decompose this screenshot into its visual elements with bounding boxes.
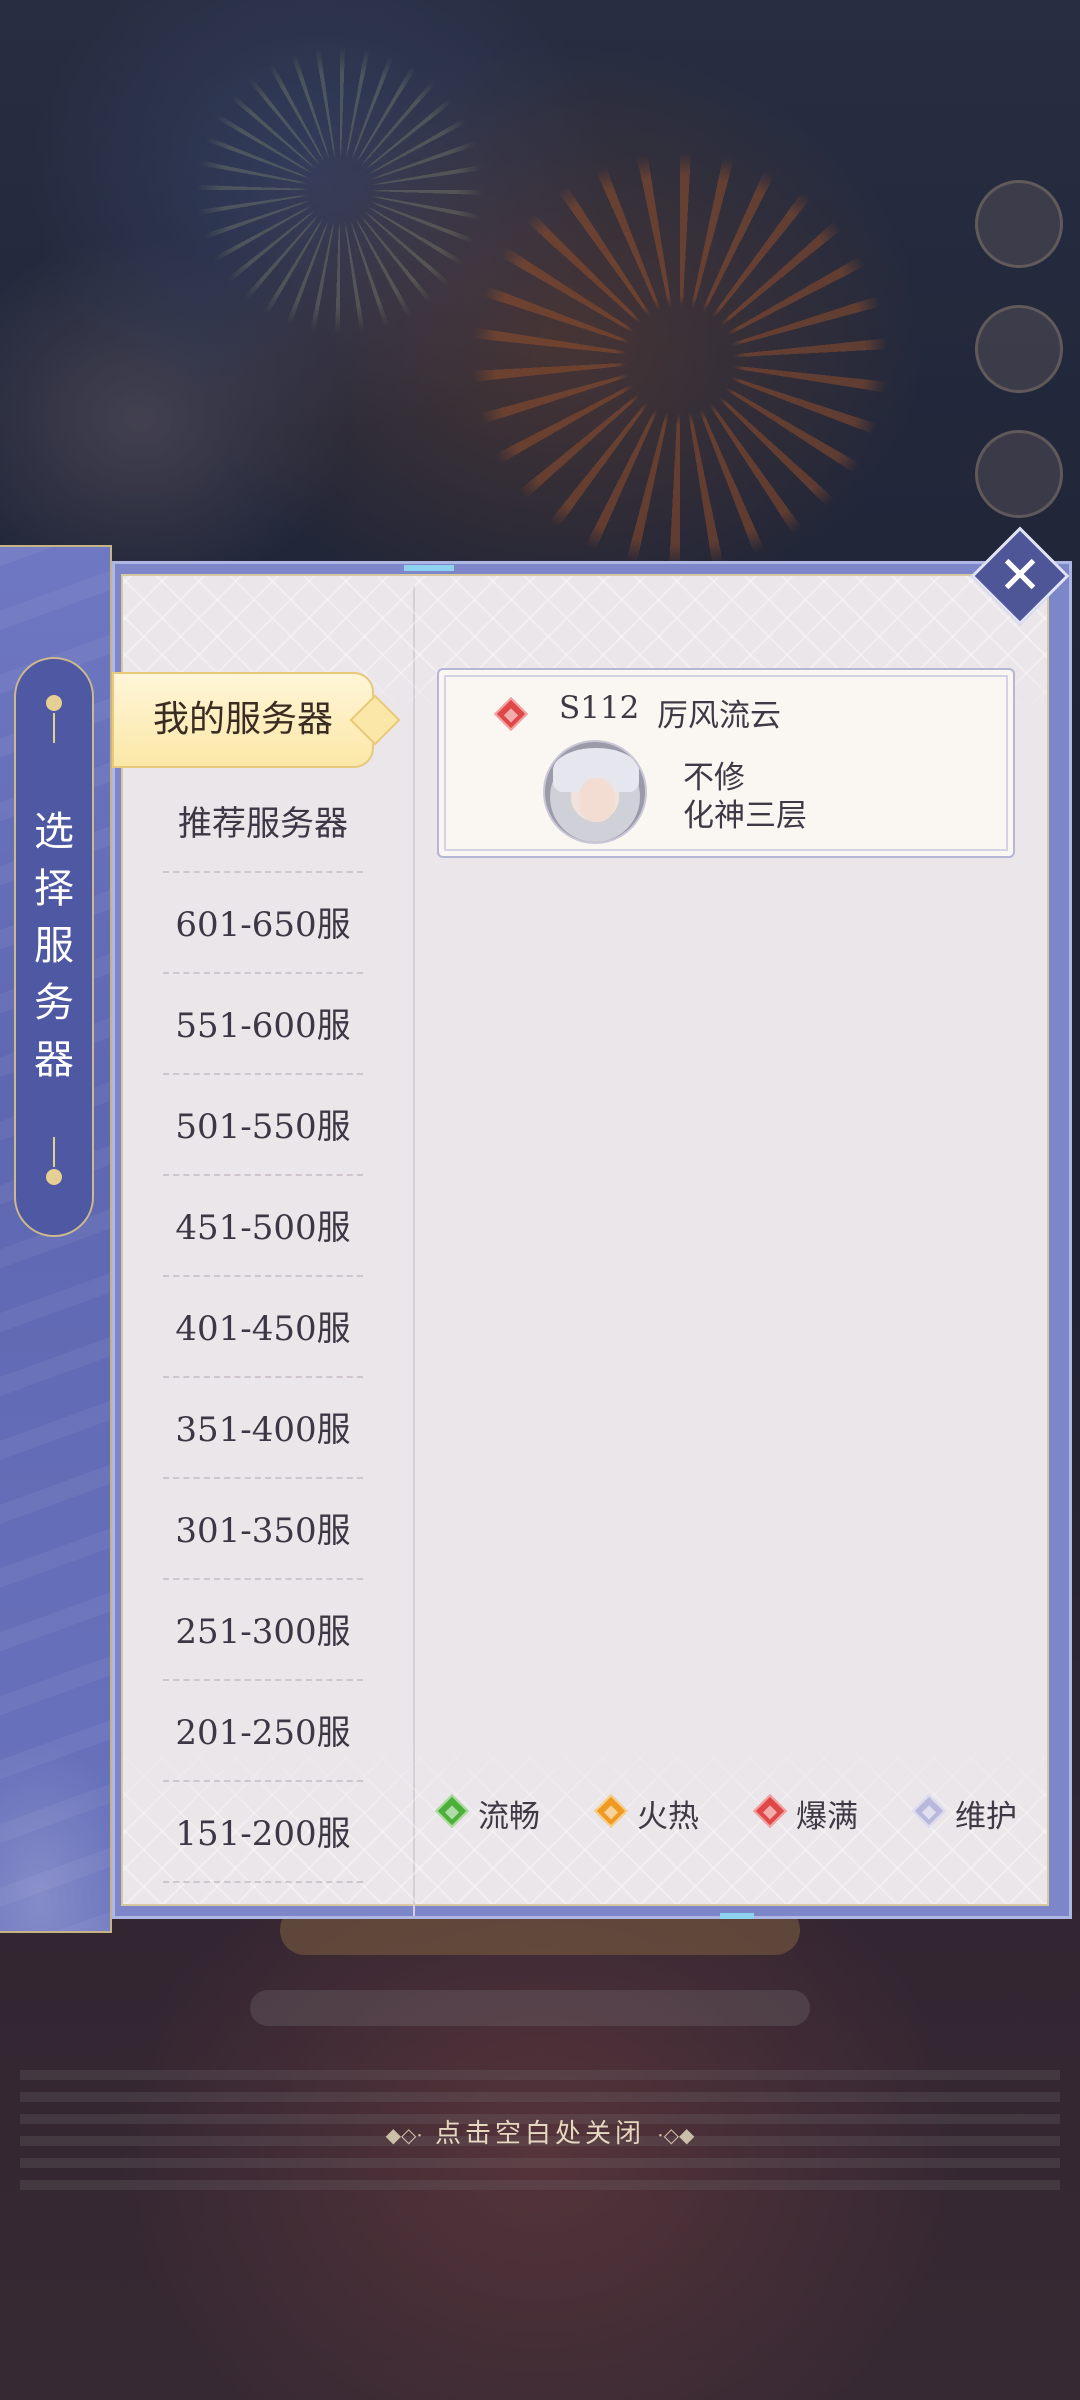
title-banner: 选 择 服 务 器 <box>0 545 112 1933</box>
character-avatar <box>543 740 647 844</box>
ornament-stem <box>53 1137 55 1167</box>
category-divider <box>163 1174 363 1176</box>
category-tab-range[interactable]: 551-600服 <box>163 976 363 1076</box>
legend-label: 爆满 <box>796 1799 858 1835</box>
category-divider <box>163 1073 363 1075</box>
column-divider <box>413 586 415 1916</box>
category-divider <box>163 1780 363 1782</box>
category-divider <box>163 972 363 974</box>
title-char: 器 <box>34 1037 74 1083</box>
category-tab-range[interactable]: 401-450服 <box>163 1279 363 1379</box>
status-full-icon <box>494 697 528 731</box>
close-icon[interactable]: ✕ <box>985 541 1055 611</box>
title-char: 服 <box>34 923 74 969</box>
category-tab-range[interactable]: 601-650服 <box>163 875 363 975</box>
category-tab-range[interactable]: 301-350服 <box>163 1481 363 1581</box>
category-tab-range[interactable]: 151-200服 <box>163 1784 363 1884</box>
dismiss-hint[interactable]: ◆◇· 点击空白处关闭 ·◇◆ <box>0 2113 1080 2150</box>
dialog-title: 选 择 服 务 器 <box>16 804 92 1089</box>
category-tab-range[interactable]: 251-300服 <box>163 1582 363 1682</box>
hint-deco-right: ·◇◆ <box>657 2123 695 2147</box>
category-divider <box>163 1477 363 1479</box>
category-divider <box>163 1578 363 1580</box>
category-divider <box>163 1275 363 1277</box>
category-divider <box>163 1376 363 1378</box>
category-tab-range[interactable]: 351-400服 <box>163 1380 363 1480</box>
category-label: 我的服务器 <box>152 699 333 740</box>
category-tab-range[interactable]: 451-500服 <box>163 1178 363 1278</box>
hint-text: 点击空白处关闭 <box>434 2119 645 2149</box>
legend-label: 火热 <box>637 1799 699 1835</box>
category-divider <box>163 1679 363 1681</box>
server-id: S112 <box>559 690 640 726</box>
legend-label: 维护 <box>955 1799 1017 1835</box>
title-char: 选 <box>34 809 74 855</box>
ornament-icon <box>46 695 62 711</box>
hint-deco-left: ◆◇· <box>385 2123 423 2147</box>
title-char: 择 <box>34 866 74 912</box>
panel-accent <box>404 565 454 571</box>
title-frame: 选 择 服 务 器 <box>14 657 94 1237</box>
title-char: 务 <box>34 980 74 1026</box>
category-tab-range[interactable]: 501-550服 <box>163 1077 363 1177</box>
server-card[interactable]: S112 厉风流云 不修 化神三层 <box>437 668 1015 858</box>
character-level: 化神三层 <box>683 798 807 834</box>
ornament-icon <box>46 1169 62 1185</box>
category-divider <box>163 871 363 873</box>
ornament-stem <box>53 713 55 743</box>
category-divider <box>163 1881 363 1883</box>
category-tab-my-servers[interactable]: 我的服务器 <box>112 672 402 768</box>
avatar-face <box>579 778 615 822</box>
legend-label: 流畅 <box>478 1799 540 1835</box>
category-tab-recommended[interactable]: 推荐服务器 <box>163 774 363 874</box>
category-tab-range[interactable]: 201-250服 <box>163 1683 363 1783</box>
server-name: 厉风流云 <box>657 698 781 734</box>
panel-accent <box>720 1913 754 1919</box>
